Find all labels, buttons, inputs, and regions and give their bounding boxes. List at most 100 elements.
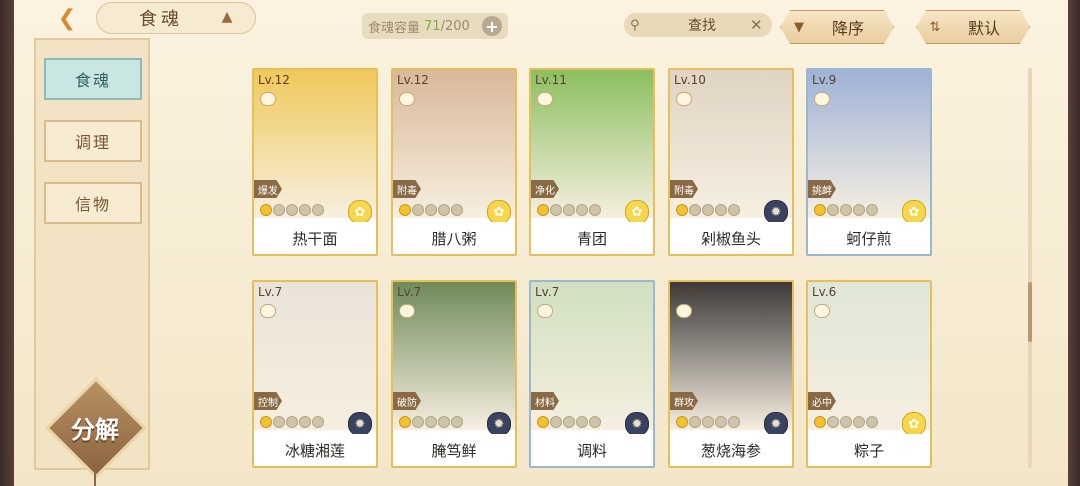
card-name: 青团 — [531, 222, 653, 254]
star-icon — [728, 204, 740, 216]
moon-element-icon: ✹ — [764, 200, 788, 224]
decompose-label: 分解 — [71, 415, 119, 444]
star-icon — [273, 416, 285, 428]
role-tag: 材料 — [531, 392, 559, 410]
food-soul-card[interactable]: Lv.10 附毒 ✹ 剁椒鱼头 — [668, 68, 794, 256]
scrollbar-track[interactable] — [1028, 68, 1032, 468]
sort-order-button[interactable]: ▼ 降序 — [780, 10, 894, 44]
role-tag: 附毒 — [670, 180, 698, 198]
star-icon — [589, 416, 601, 428]
food-soul-card[interactable]: Lv.7 控制 ✹ 冰糖湘莲 — [252, 280, 378, 468]
role-tag: 挑衅 — [808, 180, 836, 198]
card-level: Lv.10 — [674, 73, 706, 87]
star-icon — [814, 204, 826, 216]
scrollbar-thumb[interactable] — [1028, 282, 1032, 342]
food-soul-card[interactable]: Lv.11 净化 ✿ 青团 — [529, 68, 655, 256]
star-icon — [451, 204, 463, 216]
card-level: Lv.7 — [397, 285, 422, 299]
card-name: 葱烧海参 — [670, 434, 792, 466]
moon-element-icon: ✹ — [487, 412, 511, 436]
card-name: 粽子 — [808, 434, 930, 466]
bowl-icon — [676, 304, 692, 318]
star-icon — [866, 416, 878, 428]
food-soul-card[interactable]: Lv.7 材料 ✹ 调料 — [529, 280, 655, 468]
food-soul-grid: Lv.12 爆发 ✿ 热干面 Lv.12 附毒 ✿ 腊八粥 Lv.11 净化 ✿ 青团 Lv.10 附毒 ✹… — [252, 68, 942, 470]
capacity-label: 食魂容量 — [368, 20, 421, 36]
star-rating — [814, 204, 878, 216]
role-tag: 控制 — [254, 392, 282, 410]
star-icon — [814, 416, 826, 428]
card-level: Lv.9 — [812, 73, 837, 87]
close-icon[interactable]: ✕ — [750, 16, 772, 34]
food-soul-card[interactable]: Lv.12 附毒 ✿ 腊八粥 — [391, 68, 517, 256]
star-icon — [576, 204, 588, 216]
card-level: Lv.6 — [674, 285, 699, 299]
star-icon — [563, 204, 575, 216]
star-icon — [425, 416, 437, 428]
sun-element-icon: ✿ — [487, 200, 511, 224]
star-rating — [676, 416, 740, 428]
star-icon — [702, 416, 714, 428]
search-field[interactable]: ⚲ 查找 ✕ — [624, 13, 772, 37]
sidebar-item-cooking[interactable]: 调理 — [44, 120, 142, 162]
star-icon — [840, 416, 852, 428]
star-icon — [299, 204, 311, 216]
food-soul-card[interactable]: Lv.6 群攻 ✹ 葱烧海参 — [668, 280, 794, 468]
star-icon — [676, 416, 688, 428]
star-icon — [451, 416, 463, 428]
sort-mode-button[interactable]: ⇅ 默认 — [916, 10, 1030, 44]
star-icon — [286, 204, 298, 216]
star-icon — [840, 204, 852, 216]
star-icon — [425, 204, 437, 216]
star-rating — [537, 416, 601, 428]
food-soul-card[interactable]: Lv.6 必中 ✿ 粽子 — [806, 280, 932, 468]
card-name: 冰糖湘莲 — [254, 434, 376, 466]
star-icon — [412, 204, 424, 216]
sidebar-item-label: 信物 — [74, 195, 111, 214]
star-rating — [676, 204, 740, 216]
star-icon — [563, 416, 575, 428]
sidebar-item-food-soul[interactable]: 食魂 — [44, 58, 142, 100]
star-icon — [438, 416, 450, 428]
star-icon — [676, 204, 688, 216]
back-button[interactable]: ❮ — [52, 4, 82, 32]
star-icon — [260, 204, 272, 216]
food-soul-card[interactable]: Lv.12 爆发 ✿ 热干面 — [252, 68, 378, 256]
swap-arrows-icon: ⇅ — [929, 19, 941, 35]
star-icon — [299, 416, 311, 428]
food-soul-screen: ❮ 食魂 ▲ 食魂容量 71 /200 + ⚲ 查找 ✕ ▼ 降序 ⇅ 默认 食… — [0, 0, 1080, 486]
card-level: Lv.6 — [812, 285, 837, 299]
star-icon — [412, 416, 424, 428]
star-rating — [399, 204, 463, 216]
star-rating — [537, 204, 601, 216]
star-icon — [286, 416, 298, 428]
bowl-icon — [260, 92, 276, 106]
sort-order-label: 降序 — [831, 19, 864, 38]
card-level: Lv.11 — [535, 73, 567, 87]
star-rating — [399, 416, 463, 428]
bowl-icon — [537, 92, 553, 106]
role-tag: 附毒 — [393, 180, 421, 198]
moon-element-icon: ✹ — [764, 412, 788, 436]
star-icon — [399, 416, 411, 428]
food-soul-card[interactable]: Lv.7 破防 ✹ 腌笃鲜 — [391, 280, 517, 468]
card-name: 剁椒鱼头 — [670, 222, 792, 254]
plus-icon[interactable]: + — [482, 16, 502, 36]
sidebar-item-token[interactable]: 信物 — [44, 182, 142, 224]
star-icon — [273, 204, 285, 216]
star-icon — [853, 416, 865, 428]
triangle-down-icon: ▼ — [794, 19, 804, 35]
house-icon[interactable]: ▲ — [216, 9, 238, 25]
role-tag: 爆发 — [254, 180, 282, 198]
bowl-icon — [537, 304, 553, 318]
star-icon — [537, 204, 549, 216]
back-arrow-icon: ❮ — [57, 5, 77, 31]
star-icon — [312, 416, 324, 428]
star-icon — [260, 416, 272, 428]
card-name: 热干面 — [254, 222, 376, 254]
food-soul-card[interactable]: Lv.9 挑衅 ✿ 蚵仔煎 — [806, 68, 932, 256]
role-tag: 必中 — [808, 392, 836, 410]
star-icon — [537, 416, 549, 428]
card-level: Lv.12 — [397, 73, 429, 87]
moon-element-icon: ✹ — [625, 412, 649, 436]
